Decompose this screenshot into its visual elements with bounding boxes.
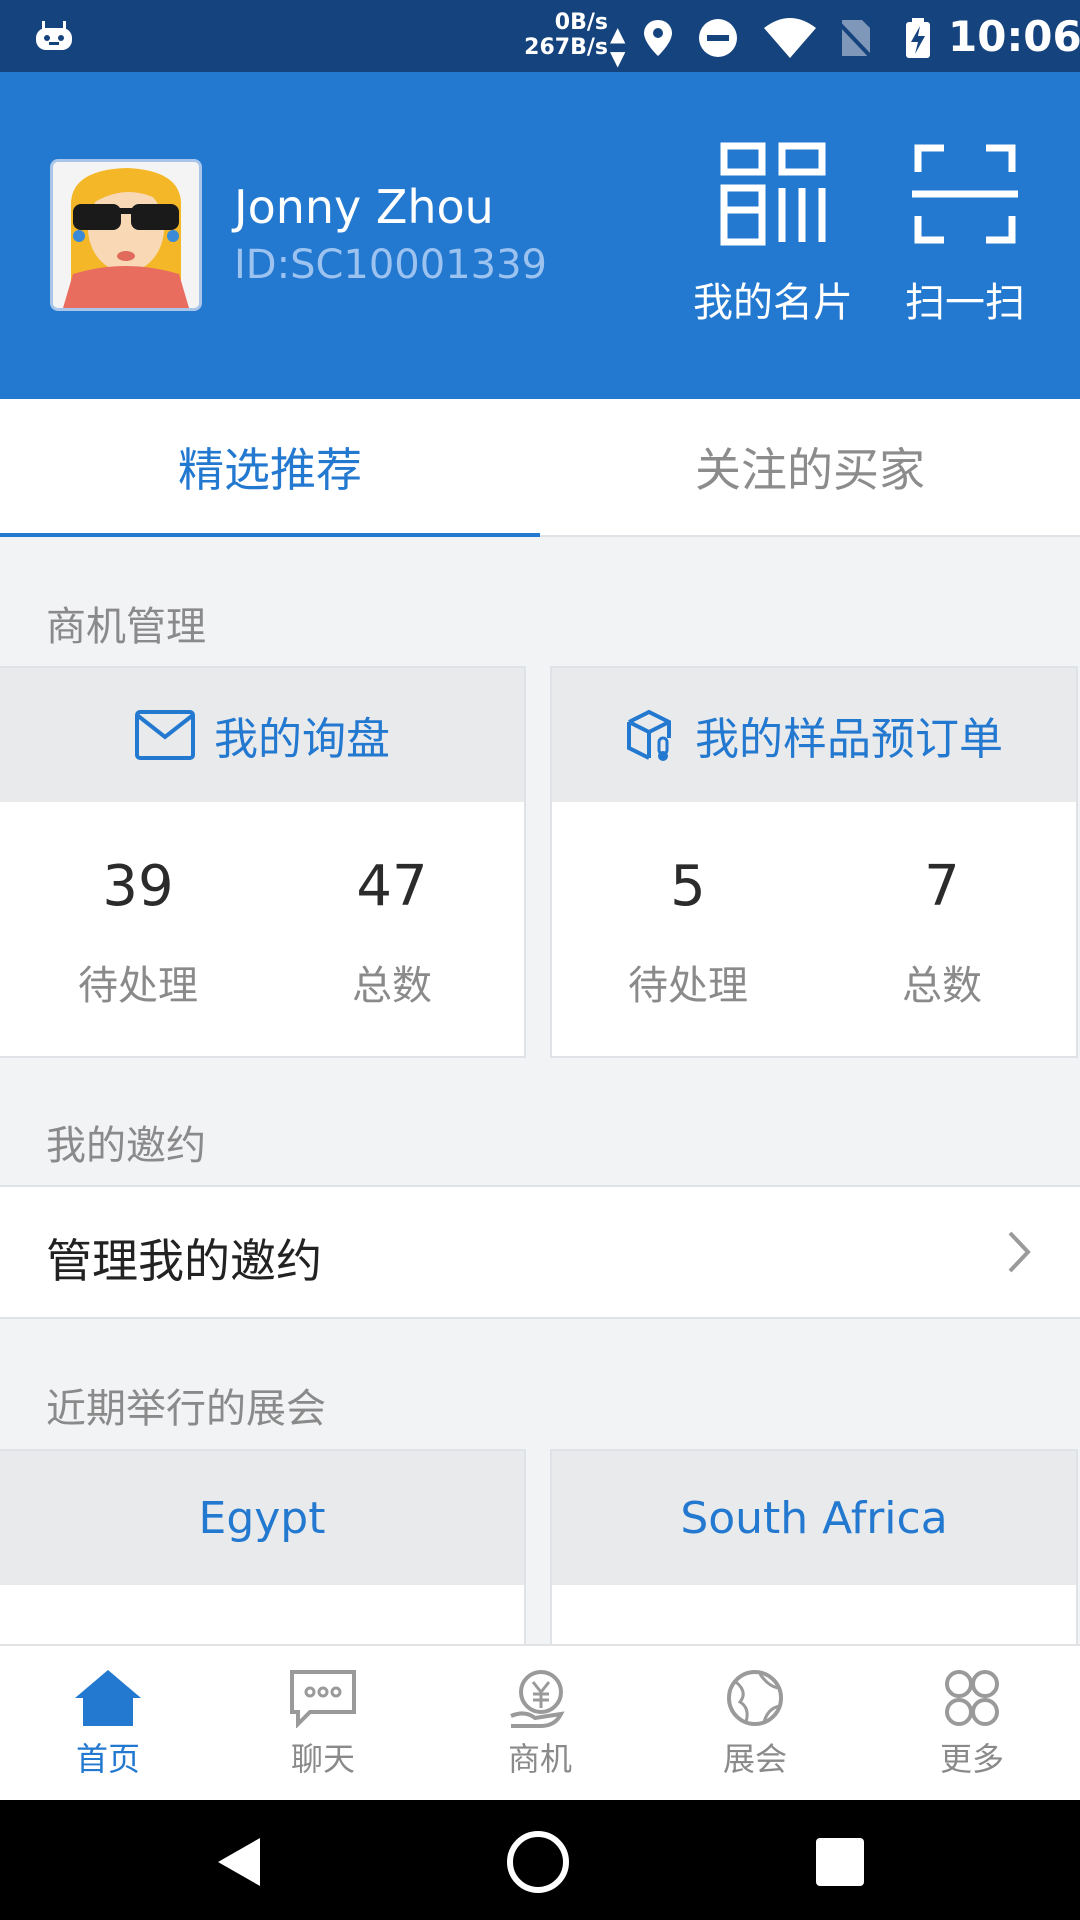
scan-icon bbox=[912, 144, 1018, 244]
my-sample-orders-header: 我的样品预订单 bbox=[552, 668, 1076, 802]
my-inquiries-title: 我的询盘 bbox=[214, 714, 390, 765]
network-speed: 0B/s 267B/s bbox=[524, 10, 608, 60]
scan-button[interactable]: 扫一扫 bbox=[880, 142, 1050, 328]
wifi-icon bbox=[764, 18, 816, 58]
inquiries-total-value: 47 bbox=[356, 854, 428, 919]
do-not-disturb-icon bbox=[699, 19, 737, 57]
samples-pending-value: 5 bbox=[670, 854, 706, 919]
nav-home-label: 首页 bbox=[75, 1740, 140, 1778]
notification-app-icon bbox=[36, 21, 72, 50]
nav-expos[interactable]: 展会 bbox=[680, 1668, 830, 1780]
user-id: ID:SC10001339 bbox=[234, 242, 547, 288]
qr-code-icon bbox=[720, 142, 826, 246]
expo-card-south-africa[interactable]: South Africa bbox=[550, 1449, 1078, 1645]
my-sample-orders-title: 我的样品预订单 bbox=[695, 714, 1003, 765]
network-arrows-icon: ▲ ▼ bbox=[610, 22, 626, 70]
samples-total-label: 总数 bbox=[902, 963, 982, 1009]
manage-invitations-row[interactable]: 管理我的邀约 bbox=[0, 1185, 1080, 1319]
chat-icon bbox=[290, 1670, 356, 1728]
chevron-right-icon bbox=[1008, 1231, 1031, 1273]
user-name: Jonny Zhou bbox=[234, 180, 494, 234]
system-navigation-bar bbox=[0, 1800, 1080, 1920]
battery-charging-icon bbox=[906, 18, 930, 58]
nav-chat-label: 聊天 bbox=[290, 1740, 355, 1778]
nav-more-label: 更多 bbox=[939, 1740, 1004, 1778]
money-hand-icon bbox=[510, 1670, 565, 1728]
my-inquiries-stats: 39 待处理 47 总数 bbox=[0, 802, 524, 1056]
my-inquiries-card[interactable]: 我的询盘 39 待处理 47 总数 bbox=[0, 666, 526, 1058]
nav-more[interactable]: 更多 bbox=[897, 1668, 1047, 1780]
samples-pending-label: 待处理 bbox=[628, 963, 748, 1009]
avatar-image bbox=[53, 162, 199, 308]
globe-icon bbox=[727, 1670, 783, 1726]
nav-chat[interactable]: 聊天 bbox=[248, 1668, 398, 1780]
tab-bar: 精选推荐 关注的买家 bbox=[0, 399, 1080, 537]
no-sim-icon bbox=[834, 18, 874, 60]
expo-south-africa-title: South Africa bbox=[552, 1451, 1076, 1585]
inquiries-total[interactable]: 47 总数 bbox=[272, 854, 512, 1011]
avatar[interactable] bbox=[50, 159, 202, 311]
profile-header: Jonny Zhou ID:SC10001339 我的名片 扫一扫 bbox=[0, 72, 1080, 399]
my-sample-orders-stats: 5 待处理 7 总数 bbox=[552, 802, 1076, 1056]
more-grid-icon bbox=[945, 1670, 999, 1726]
my-sample-orders-card[interactable]: 我的样品预订单 5 待处理 7 总数 bbox=[550, 666, 1078, 1058]
inquiries-pending-value: 39 bbox=[102, 854, 174, 919]
clock: 10:06 bbox=[948, 12, 1080, 61]
samples-total[interactable]: 7 总数 bbox=[822, 854, 1062, 1011]
samples-pending[interactable]: 5 待处理 bbox=[568, 854, 808, 1011]
my-business-card-label: 我的名片 bbox=[693, 280, 853, 326]
location-icon bbox=[644, 20, 672, 56]
inquiries-pending-label: 待处理 bbox=[78, 963, 198, 1009]
scan-label: 扫一扫 bbox=[905, 280, 1025, 326]
expos-section-title: 近期举行的展会 bbox=[46, 1386, 326, 1432]
envelope-icon bbox=[135, 710, 195, 760]
invitations-section-title: 我的邀约 bbox=[46, 1123, 206, 1169]
samples-total-value: 7 bbox=[924, 854, 960, 919]
expo-egypt-title: Egypt bbox=[0, 1451, 524, 1585]
expo-card-egypt[interactable]: Egypt bbox=[0, 1449, 526, 1645]
manage-invitations-label: 管理我的邀约 bbox=[46, 1234, 322, 1288]
home-circle-icon[interactable] bbox=[506, 1830, 570, 1894]
nav-expos-label: 展会 bbox=[722, 1740, 787, 1778]
my-inquiries-header: 我的询盘 bbox=[0, 668, 524, 802]
package-icon bbox=[627, 709, 671, 761]
bottom-navigation: 首页 聊天 商机 展会 更多 bbox=[0, 1644, 1080, 1802]
recents-icon[interactable] bbox=[808, 1830, 872, 1894]
inquiries-pending[interactable]: 39 待处理 bbox=[18, 854, 258, 1011]
back-icon[interactable] bbox=[208, 1830, 272, 1894]
nav-business-label: 商机 bbox=[507, 1740, 572, 1778]
status-bar: 0B/s 267B/s ▲ ▼ 10:06 bbox=[0, 0, 1080, 72]
nav-home[interactable]: 首页 bbox=[33, 1668, 183, 1780]
home-icon bbox=[75, 1670, 141, 1726]
business-section-title: 商机管理 bbox=[46, 604, 206, 650]
tab-featured[interactable]: 精选推荐 bbox=[0, 399, 540, 537]
nav-business[interactable]: 商机 bbox=[465, 1668, 615, 1780]
inquiries-total-label: 总数 bbox=[352, 963, 432, 1009]
my-business-card-button[interactable]: 我的名片 bbox=[688, 142, 858, 328]
tab-followed-buyers[interactable]: 关注的买家 bbox=[540, 399, 1080, 535]
